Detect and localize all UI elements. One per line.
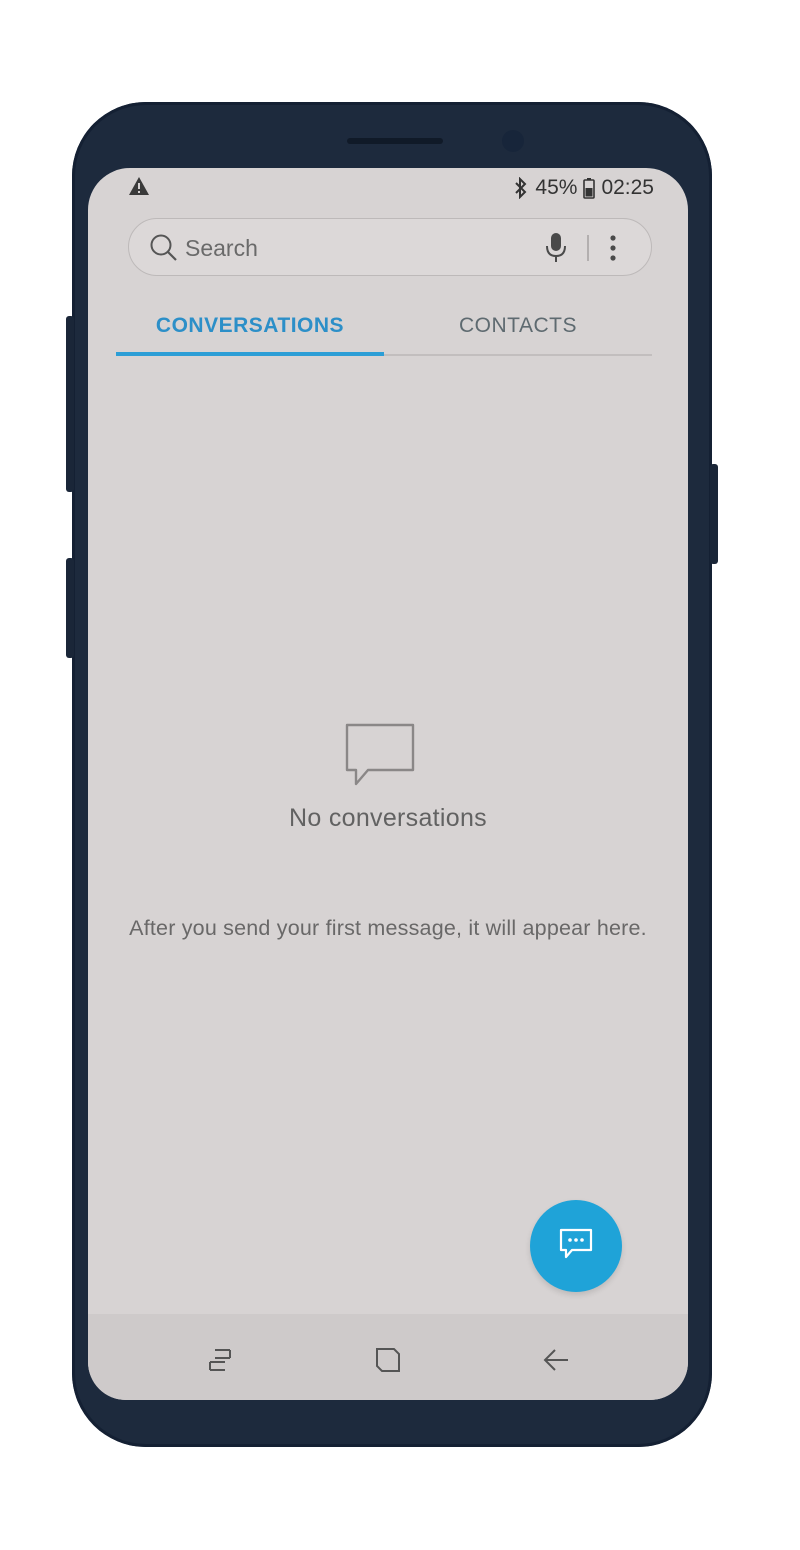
volume-button <box>66 316 74 492</box>
speech-bubble-icon <box>344 722 416 797</box>
front-camera <box>502 130 524 152</box>
status-indicators: 45% 02:25 <box>513 176 654 200</box>
tab-bar: CONVERSATIONS CONTACTS <box>116 296 652 356</box>
battery-icon <box>583 177 596 199</box>
phone-frame: 45% 02:25 Search CONVERSATIONS CONTACTS … <box>66 102 718 1447</box>
compose-message-icon <box>558 1227 594 1266</box>
search-bar[interactable] <box>128 218 652 276</box>
home-icon[interactable] <box>368 1342 408 1378</box>
microphone-icon[interactable] <box>543 231 569 270</box>
more-options-icon[interactable] <box>607 233 619 268</box>
navigation-bar <box>88 1314 688 1400</box>
empty-state-title: No conversations <box>289 804 487 832</box>
bixby-button <box>66 558 74 658</box>
tab-conversations[interactable]: CONVERSATIONS <box>116 296 384 356</box>
search-divider <box>587 235 589 261</box>
tab-indicator <box>116 352 384 356</box>
search-icon <box>149 233 179 268</box>
recent-apps-icon[interactable] <box>200 1342 240 1378</box>
clock: 02:25 <box>601 176 654 199</box>
battery-percent: 45% <box>535 176 578 199</box>
empty-state-description: After you send your first message, it wi… <box>129 916 647 940</box>
search-input[interactable] <box>185 231 485 265</box>
power-button <box>710 464 718 564</box>
back-icon[interactable] <box>536 1342 576 1378</box>
tab-divider <box>384 354 652 356</box>
tab-contacts[interactable]: CONTACTS <box>384 296 652 356</box>
bluetooth-icon <box>513 177 529 199</box>
earpiece-speaker <box>347 138 443 144</box>
warning-icon <box>128 176 150 201</box>
compose-message-button[interactable] <box>530 1200 622 1292</box>
screen: 45% 02:25 Search CONVERSATIONS CONTACTS … <box>88 168 688 1400</box>
status-bar: 45% 02:25 <box>88 168 688 208</box>
